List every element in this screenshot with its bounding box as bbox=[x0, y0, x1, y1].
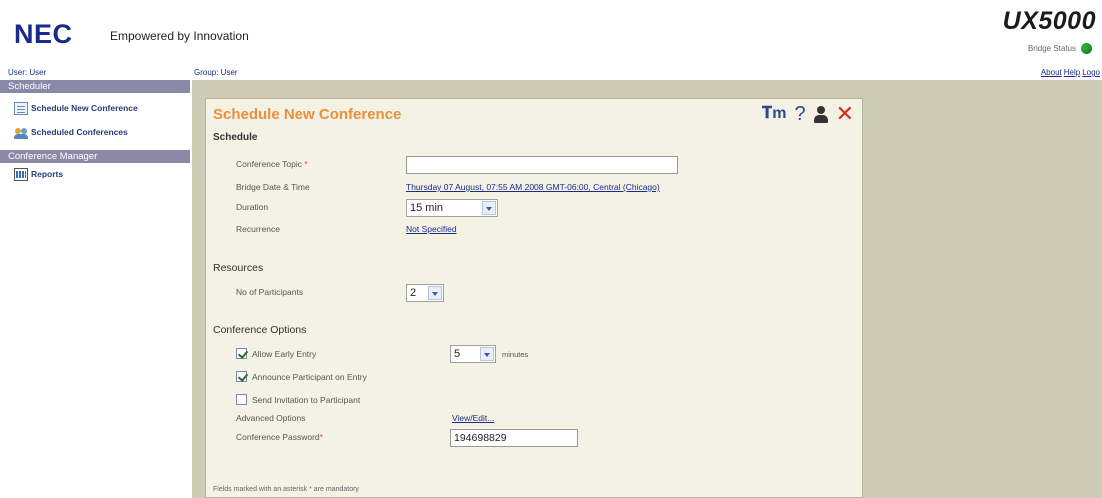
header: NEC Empowered by Innovation UX5000 Bridg… bbox=[0, 0, 1102, 66]
duration-label: Duration bbox=[236, 202, 269, 212]
help-link[interactable]: Help bbox=[1064, 68, 1080, 77]
bridge-status-label: Bridge Status bbox=[1027, 44, 1076, 53]
participants-label: No of Participants bbox=[236, 287, 304, 297]
group-label: Group: User bbox=[194, 68, 238, 77]
password-label: Conference Password* bbox=[236, 432, 323, 442]
participants-select[interactable]: 2 bbox=[406, 284, 444, 302]
topic-label: Conference Topic * bbox=[236, 159, 308, 169]
scheduler-header: Scheduler bbox=[0, 80, 190, 93]
schedule-panel: Schedule New Conference 𝐓m ? ✕ Schedule … bbox=[205, 98, 863, 498]
announce-participant-row: Announce Participant on Entry bbox=[236, 371, 367, 382]
logout-link[interactable]: Logo bbox=[1082, 68, 1100, 77]
sidebar-item-label: Reports bbox=[31, 169, 64, 179]
duration-select[interactable]: 15 min bbox=[406, 199, 498, 217]
announce-participant-checkbox[interactable] bbox=[236, 371, 247, 382]
conference-manager-header: Conference Manager bbox=[0, 150, 190, 163]
sidebar-item-label: Scheduled Conferences bbox=[31, 127, 128, 137]
top-links: About Help Logo bbox=[1039, 68, 1100, 77]
product-name: UX5000 bbox=[1002, 7, 1096, 35]
duration-value: 15 min bbox=[410, 202, 444, 214]
user-icon[interactable] bbox=[813, 105, 828, 123]
panel-title: Schedule New Conference bbox=[213, 106, 402, 123]
document-icon bbox=[14, 101, 28, 115]
chevron-down-icon[interactable] bbox=[480, 347, 494, 361]
conference-topic-input[interactable] bbox=[406, 156, 678, 174]
conference-manager-icon[interactable]: 𝐓m bbox=[762, 105, 787, 123]
advanced-options-label: Advanced Options bbox=[236, 413, 306, 423]
schedule-section-title: Schedule bbox=[213, 132, 258, 143]
allow-early-entry-row: Allow Early Entry bbox=[236, 348, 316, 359]
bridge-date-link[interactable]: Thursday 07 August, 07:55 AM 2008 GMT-06… bbox=[406, 182, 660, 192]
close-icon[interactable]: ✕ bbox=[836, 103, 854, 125]
info-bar: User: User Group: User About Help Logo bbox=[0, 66, 1102, 80]
nec-logo: NEC bbox=[14, 19, 73, 49]
minutes-label: minutes bbox=[502, 350, 529, 359]
announce-participant-label: Announce Participant on Entry bbox=[252, 371, 367, 382]
conference-password-input[interactable]: 194698829 bbox=[450, 429, 578, 447]
user-label: User: User bbox=[8, 68, 47, 77]
send-invitation-checkbox[interactable] bbox=[236, 394, 247, 405]
sidebar: Scheduler Schedule New Conference Schedu… bbox=[0, 80, 192, 498]
advanced-options-link[interactable]: View/Edit... bbox=[452, 413, 494, 423]
resources-section-title: Resources bbox=[213, 262, 264, 274]
allow-early-entry-label: Allow Early Entry bbox=[252, 348, 317, 359]
early-entry-minutes-select[interactable]: 5 bbox=[450, 345, 496, 363]
chevron-down-icon[interactable] bbox=[482, 201, 496, 215]
panel-toolbar: 𝐓m ? ✕ bbox=[762, 103, 854, 125]
main-content: Schedule New Conference 𝐓m ? ✕ Schedule … bbox=[192, 80, 1102, 498]
send-invitation-label: Send Invitation to Participant bbox=[252, 394, 361, 405]
sidebar-item-label: Schedule New Conference bbox=[31, 103, 138, 113]
allow-early-entry-checkbox[interactable] bbox=[236, 348, 247, 359]
send-invitation-row: Send Invitation to Participant bbox=[236, 394, 360, 405]
recurrence-link[interactable]: Not Specified bbox=[406, 224, 457, 234]
conference-options-section-title: Conference Options bbox=[213, 324, 307, 336]
participants-value: 2 bbox=[410, 287, 417, 299]
early-entry-minutes-value: 5 bbox=[454, 348, 461, 360]
bridge-date-label: Bridge Date & Time bbox=[236, 182, 310, 192]
chevron-down-icon[interactable] bbox=[428, 286, 442, 300]
bridge-status: Bridge Status bbox=[1028, 43, 1092, 54]
recurrence-label: Recurrence bbox=[236, 224, 280, 234]
people-icon bbox=[14, 126, 28, 139]
sidebar-item-scheduled-conferences[interactable]: Scheduled Conferences bbox=[0, 120, 192, 144]
about-link[interactable]: About bbox=[1041, 68, 1062, 77]
report-icon bbox=[14, 167, 28, 181]
help-icon[interactable]: ? bbox=[794, 104, 805, 124]
status-indicator-icon bbox=[1081, 43, 1092, 54]
mandatory-fields-note: Fields marked with an asterisk * are man… bbox=[213, 486, 359, 493]
sidebar-item-schedule-new[interactable]: Schedule New Conference bbox=[0, 96, 192, 120]
tagline: Empowered by Innovation bbox=[110, 29, 249, 43]
sidebar-item-reports[interactable]: Reports bbox=[0, 163, 192, 185]
